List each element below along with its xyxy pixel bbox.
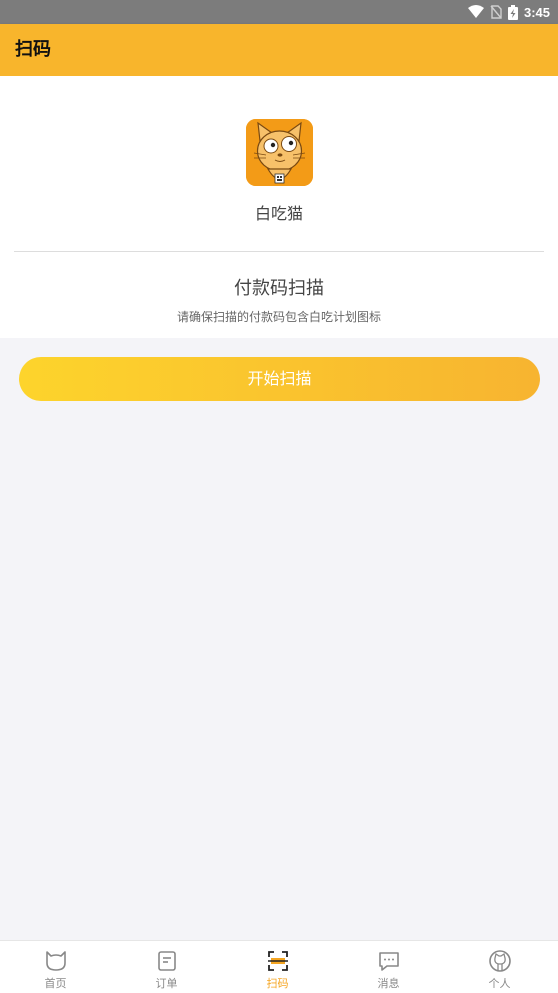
nav-label-scan: 扫码 xyxy=(266,977,289,990)
scan-info-card: 白吃猫 付款码扫描 请确保扫描的付款码包含白吃计划图标 xyxy=(0,76,558,338)
nav-label-profile: 个人 xyxy=(488,977,511,990)
order-list-icon xyxy=(158,951,176,971)
app-bar: 扫码 xyxy=(0,24,558,76)
nav-item-messages[interactable]: 消息 xyxy=(333,941,444,993)
profile-icon xyxy=(489,950,511,972)
cat-head-icon xyxy=(46,951,66,971)
nav-item-scan[interactable]: 扫码 xyxy=(222,941,333,993)
nav-label-orders: 订单 xyxy=(155,977,178,990)
status-time: 3:45 xyxy=(523,4,550,20)
bottom-nav: 首页 订单 扫码 消息 个人 xyxy=(0,940,558,993)
battery-charging-icon xyxy=(507,4,518,20)
nav-label-home: 首页 xyxy=(44,977,67,990)
nav-item-home[interactable]: 首页 xyxy=(0,941,111,993)
scan-icon xyxy=(268,951,288,971)
scan-title: 付款码扫描 xyxy=(234,278,324,299)
status-icons: 3:45 xyxy=(467,0,550,24)
app-name: 白吃猫 xyxy=(254,204,303,223)
start-scan-button[interactable]: 开始扫描 xyxy=(19,357,540,401)
nav-item-orders[interactable]: 订单 xyxy=(111,941,222,993)
nav-label-messages: 消息 xyxy=(377,977,400,990)
cat-logo-icon xyxy=(246,119,313,186)
no-sim-icon xyxy=(490,5,502,19)
message-icon xyxy=(379,952,399,971)
status-bar: 3:45 xyxy=(0,0,558,24)
wifi-icon xyxy=(467,5,484,18)
scan-description: 请确保扫描的付款码包含白吃计划图标 xyxy=(176,310,381,324)
nav-item-profile[interactable]: 个人 xyxy=(444,941,555,993)
page-title: 扫码 xyxy=(15,39,51,60)
app-logo xyxy=(246,119,313,186)
divider xyxy=(14,251,544,252)
